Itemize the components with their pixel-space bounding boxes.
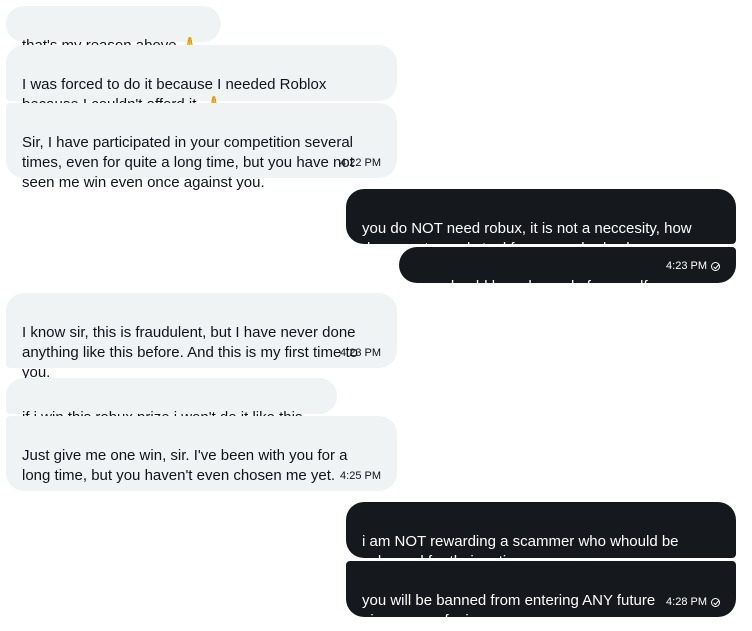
message-timestamp: 4:23 PM (666, 260, 707, 272)
message-text: Just give me one win, sir. I've been wit… (22, 447, 348, 484)
message-received[interactable]: if i win this robux prize i won't do it … (6, 378, 337, 426)
message-sent[interactable]: you will be banned from entering ANY fut… (346, 561, 736, 629)
message-text: Sir, I have participated in your competi… (22, 134, 354, 191)
dm-conversation: { "messages": [ { "direction": "received… (0, 0, 752, 630)
message-text: you should be ashamed of yourself (415, 278, 648, 295)
message-timestamp: 4:28 PM (666, 596, 707, 608)
message-timestamp: 4:22 PM (340, 157, 381, 169)
message-meta: 4:25 PM (340, 469, 381, 483)
message-text: you will be banned from entering ANY fut… (362, 592, 656, 629)
message-sent[interactable]: i am NOT rewarding a scammer who whould … (346, 502, 736, 570)
message-meta: 4:23 PM (340, 346, 381, 360)
message-meta: 4:28 PM (666, 595, 720, 609)
message-sent[interactable]: you do NOT need robux, it is not a necce… (346, 189, 736, 257)
message-meta: 4:22 PM (340, 156, 381, 170)
message-received[interactable]: Just give me one win, sir. I've been wit… (6, 416, 397, 491)
message-timestamp: 4:25 PM (340, 470, 381, 482)
message-text: I know sir, this is fraudulent, but I ha… (22, 324, 358, 381)
message-meta: 4:23 PM (666, 259, 720, 273)
check-circle-icon (711, 261, 720, 271)
message-received[interactable]: I know sir, this is fraudulent, but I ha… (6, 293, 397, 381)
message-sent[interactable]: you should be ashamed of yourself 4:23 P… (399, 247, 736, 295)
message-received[interactable]: I was forced to do it because I needed R… (6, 45, 397, 113)
message-received[interactable]: that's my reason above 🙏 (6, 6, 221, 54)
message-received[interactable]: Sir, I have participated in your competi… (6, 103, 397, 191)
check-circle-icon (711, 597, 720, 607)
message-timestamp: 4:23 PM (340, 347, 381, 359)
